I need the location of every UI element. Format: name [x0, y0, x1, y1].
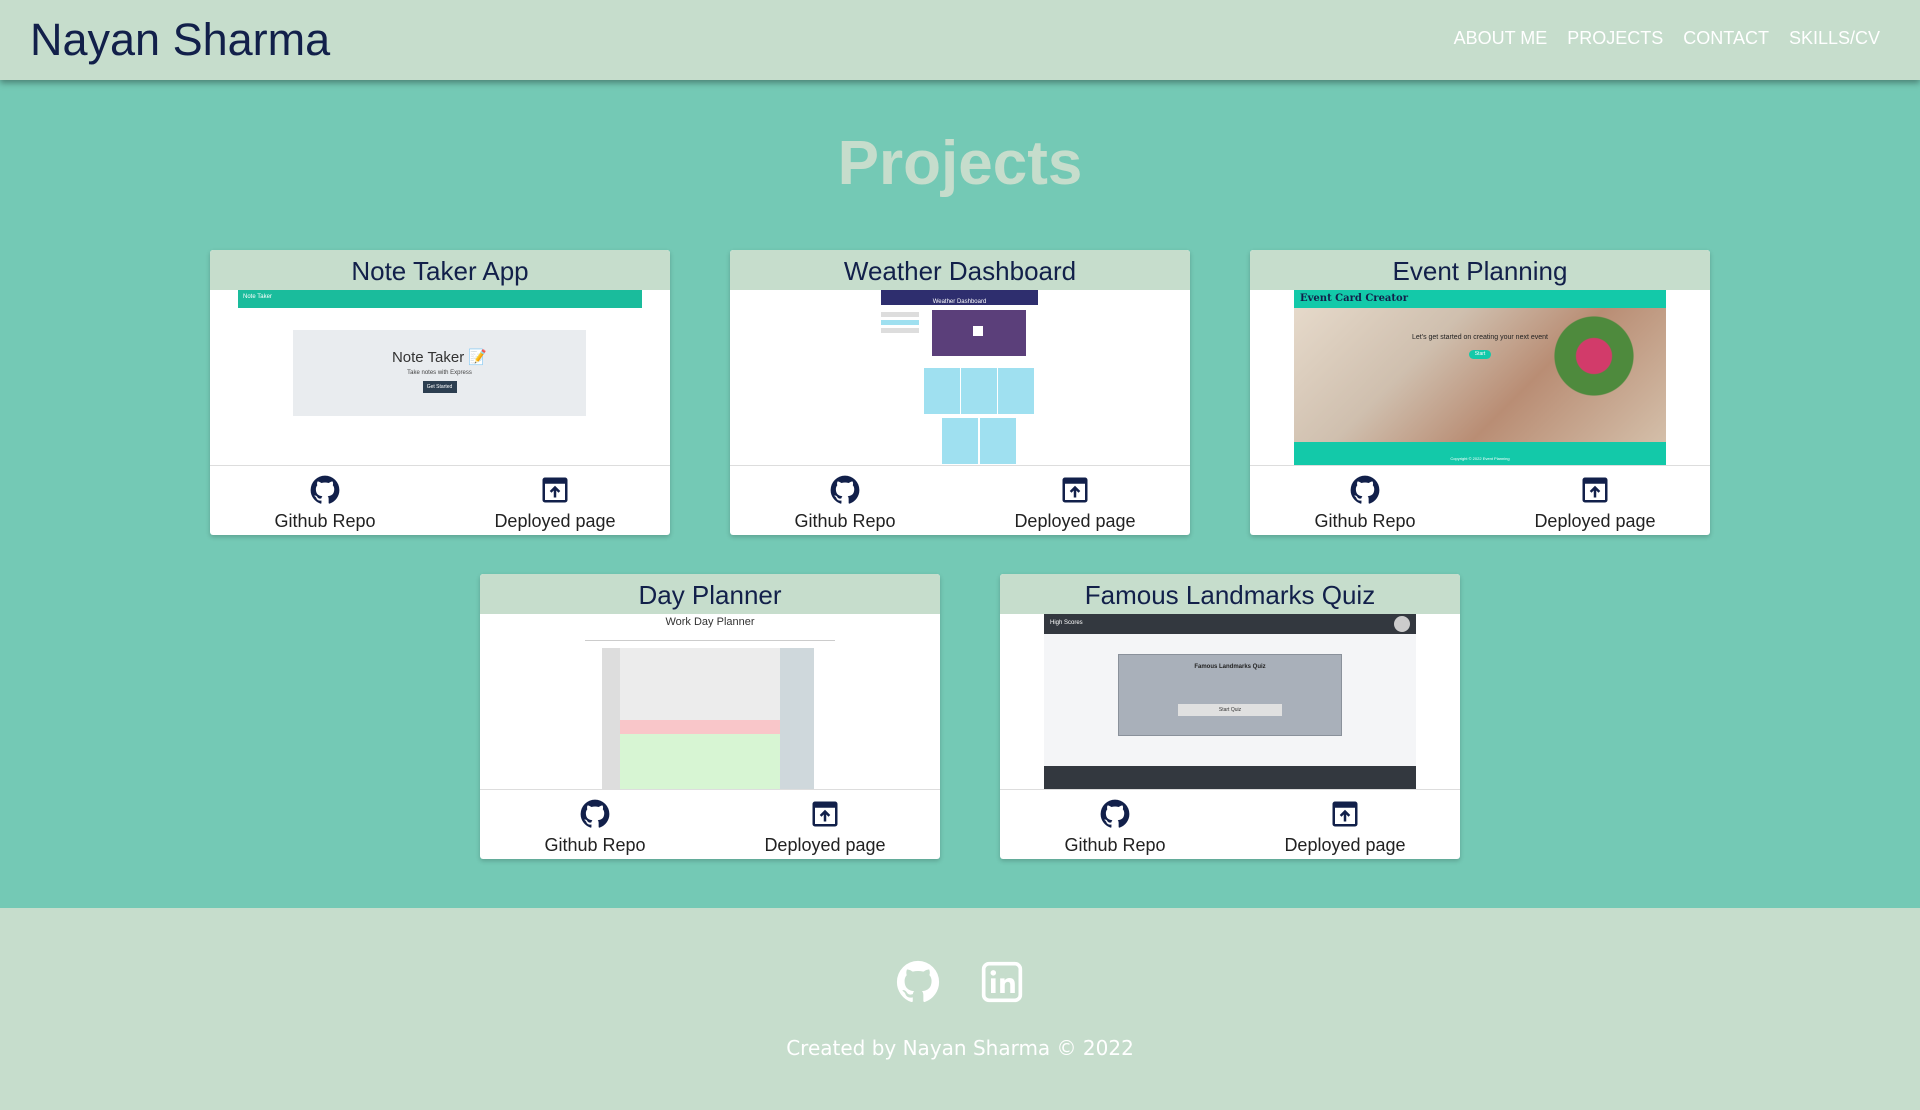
brand-title: Nayan Sharma — [30, 14, 331, 65]
shot-button: Start — [1469, 350, 1491, 359]
shot-heading: Famous Landmarks Quiz — [1194, 664, 1266, 670]
github-repo-link[interactable]: Github Repo — [730, 466, 960, 535]
shot-footer: Copyright © 2022 Event Planning — [1450, 456, 1510, 461]
project-screenshot[interactable]: Note Taker Note Taker 📝 Take notes with … — [210, 290, 670, 466]
external-link-icon — [542, 477, 568, 503]
project-screenshot[interactable]: Work Day Planner — [480, 614, 940, 790]
github-icon — [1100, 799, 1130, 828]
project-card-note-taker: Note Taker App Note Taker Note Taker 📝 T… — [210, 250, 670, 535]
deployed-page-label: Deployed page — [1014, 511, 1136, 531]
github-repo-link[interactable]: Github Repo — [210, 466, 440, 535]
deployed-page-link[interactable]: Deployed page — [710, 790, 940, 859]
github-repo-link[interactable]: Github Repo — [1000, 790, 1230, 859]
shot-sub: Take notes with Express — [407, 370, 472, 376]
shot-nav: Note Taker — [243, 294, 272, 300]
site-footer: Created by Nayan Sharma © 2022 — [0, 908, 1920, 1110]
nav-about-me[interactable]: ABOUT ME — [1454, 28, 1548, 49]
github-repo-label: Github Repo — [794, 511, 896, 531]
project-title: Event Planning — [1250, 250, 1710, 290]
shot-button: Start Quiz — [1178, 704, 1282, 716]
project-title: Day Planner — [480, 574, 940, 614]
deployed-page-label: Deployed page — [764, 835, 886, 855]
deployed-page-link[interactable]: Deployed page — [960, 466, 1190, 535]
nav-skills-cv[interactable]: SKILLS/CV — [1789, 28, 1880, 49]
shot-nav: High Scores — [1050, 620, 1083, 626]
shot-nav: Weather Dashboard — [932, 299, 987, 305]
project-title: Famous Landmarks Quiz — [1000, 574, 1460, 614]
nav-contact[interactable]: CONTACT — [1683, 28, 1769, 49]
deployed-page-link[interactable]: Deployed page — [1230, 790, 1460, 859]
deployed-page-link[interactable]: Deployed page — [1480, 466, 1710, 535]
github-icon — [580, 799, 610, 828]
page-title: Projects — [837, 129, 1083, 198]
external-link-icon — [1582, 477, 1608, 503]
nav-projects[interactable]: PROJECTS — [1567, 28, 1663, 49]
github-icon — [830, 475, 860, 504]
deployed-page-label: Deployed page — [1284, 835, 1406, 855]
project-screenshot[interactable]: Event Card Creator Let's get started on … — [1250, 290, 1710, 466]
github-icon — [310, 475, 340, 504]
deployed-page-label: Deployed page — [494, 511, 616, 531]
external-link-icon — [812, 801, 838, 827]
project-title: Weather Dashboard — [730, 250, 1190, 290]
project-card-famous-landmarks-quiz: Famous Landmarks Quiz High Scores Famous… — [1000, 574, 1460, 859]
shot-button: Get Started — [422, 381, 457, 393]
deployed-page-label: Deployed page — [1534, 511, 1656, 531]
project-card-day-planner: Day Planner Work Day Planner Github Repo… — [480, 574, 940, 859]
linkedin-icon[interactable] — [980, 960, 1024, 1004]
github-repo-link[interactable]: Github Repo — [1250, 466, 1480, 535]
footer-credit: Created by Nayan Sharma © 2022 — [786, 1036, 1134, 1060]
github-repo-link[interactable]: Github Repo — [480, 790, 710, 859]
github-repo-label: Github Repo — [1314, 511, 1416, 531]
project-screenshot[interactable]: Weather Dashboard — [730, 290, 1190, 466]
github-icon — [1350, 475, 1380, 504]
github-repo-label: Github Repo — [544, 835, 646, 855]
project-card-weather-dashboard: Weather Dashboard Weather Dashboard Gith… — [730, 250, 1190, 535]
shot-nav: Event Card Creator — [1300, 293, 1408, 304]
main-nav: ABOUT ME PROJECTS CONTACT SKILLS/CV — [1454, 28, 1880, 49]
deployed-page-link[interactable]: Deployed page — [440, 466, 670, 535]
project-card-event-planning: Event Planning Event Card Creator Let's … — [1250, 250, 1710, 535]
external-link-icon — [1062, 477, 1088, 503]
site-header: Nayan Sharma ABOUT ME PROJECTS CONTACT S… — [0, 0, 1920, 80]
project-title: Note Taker App — [210, 250, 670, 290]
project-screenshot[interactable]: High Scores Famous Landmarks Quiz Start … — [1000, 614, 1460, 790]
shot-hero: Let's get started on creating your next … — [1412, 334, 1548, 341]
github-repo-label: Github Repo — [1064, 835, 1166, 855]
shot-heading: Work Day Planner — [665, 616, 755, 628]
external-link-icon — [1332, 801, 1358, 827]
github-repo-label: Github Repo — [274, 511, 376, 531]
github-icon[interactable] — [896, 960, 940, 1004]
shot-heading: Note Taker 📝 — [391, 349, 488, 366]
